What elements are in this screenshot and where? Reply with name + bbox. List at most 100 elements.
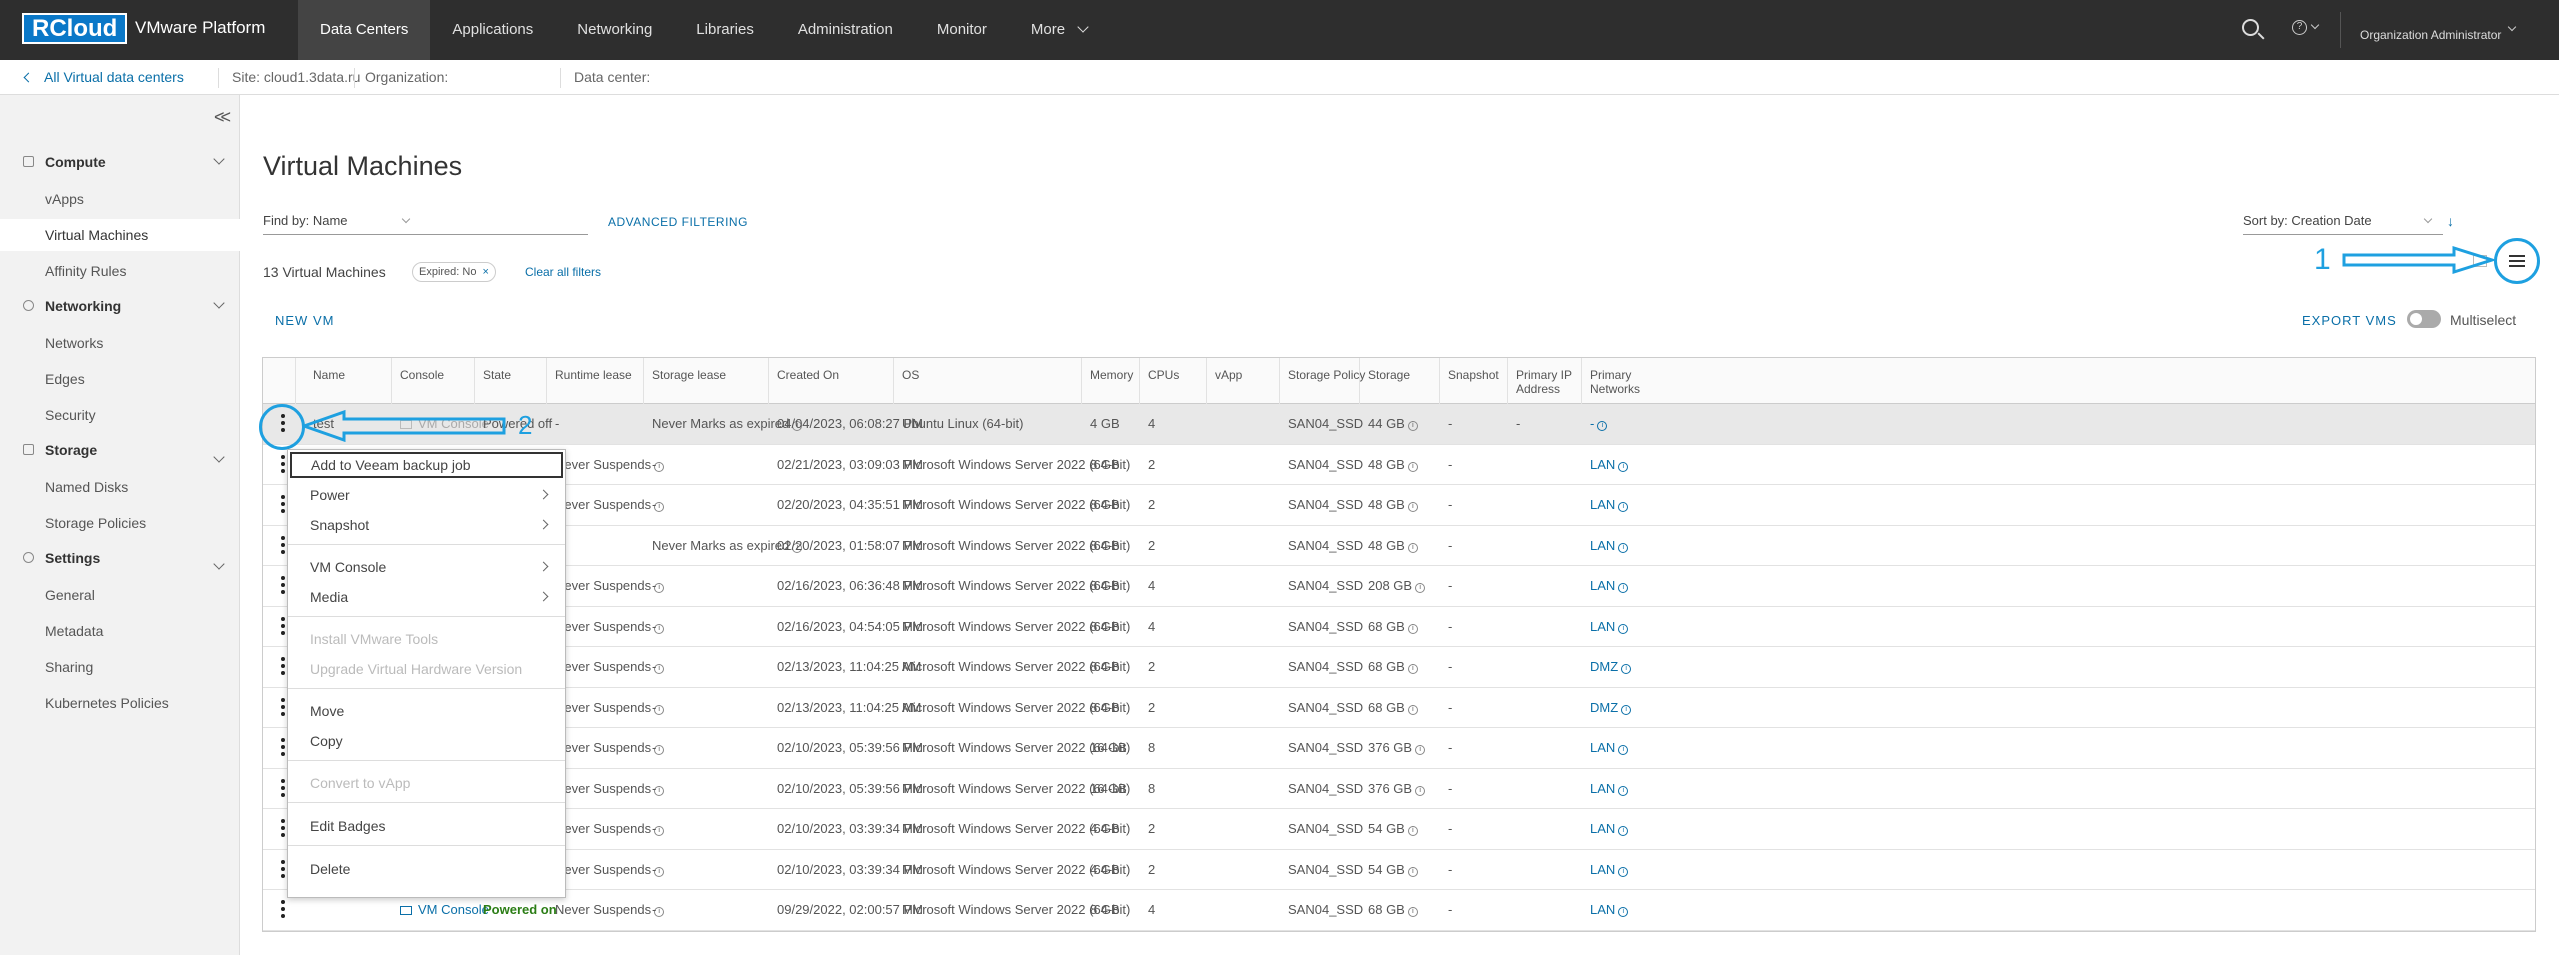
col-runtime-lease[interactable]: Runtime lease [555,368,632,382]
new-vm-button[interactable]: NEW VM [275,313,334,328]
info-icon[interactable]: i [1618,745,1629,755]
cell-network[interactable]: LAN i [1590,821,1629,836]
sidebar-section-storage[interactable]: Storage [23,442,97,458]
user-menu[interactable]: Organization Administrator [2360,28,2501,42]
info-icon[interactable]: i [1618,623,1629,634]
info-icon[interactable]: i [1618,502,1629,512]
cell-network[interactable]: LAN i [1590,862,1629,877]
col-storage[interactable]: Storage [1368,368,1410,382]
cell-network[interactable]: LAN i [1590,538,1629,553]
sidebar-item-virtual-machines[interactable]: Virtual Machines [0,219,240,251]
sidebar-item-named-disks[interactable]: Named Disks [0,471,240,503]
sidebar-section-compute[interactable]: Compute [23,154,106,170]
info-icon[interactable]: i [1407,623,1418,634]
sort-direction-icon[interactable]: ↓ [2447,213,2454,229]
cell-console[interactable]: VM Console [400,902,489,917]
menu-power[interactable]: Power [288,480,565,510]
kebab-icon[interactable] [281,495,285,513]
console-label[interactable]: VM Console [418,902,489,917]
col-name[interactable]: Name [313,368,345,382]
col-primary-networks[interactable]: Primary Networks [1590,368,1650,396]
find-by-select[interactable]: Find by: Name [263,213,588,235]
info-icon[interactable]: i [1597,421,1608,431]
sidebar-item-metadata[interactable]: Metadata [0,615,240,647]
chevron-down-icon[interactable] [213,558,225,570]
info-icon[interactable]: i [1415,745,1426,755]
kebab-icon[interactable] [281,697,285,716]
info-icon[interactable]: i [1407,542,1418,553]
col-cpus[interactable]: CPUs [1148,368,1179,382]
nav-applications[interactable]: Applications [430,0,555,60]
cell-network[interactable]: LAN i [1590,457,1629,472]
info-icon[interactable]: i [1618,866,1629,877]
kebab-icon[interactable] [281,859,285,878]
sidebar-item-storage-policies[interactable]: Storage Policies [0,507,240,539]
menu-vm-console[interactable]: VM Console [288,552,565,582]
info-icon[interactable]: i [1407,502,1418,512]
info-icon[interactable]: i [1621,664,1632,674]
close-icon[interactable]: × [482,266,488,278]
menu-add-to-veeam-backup-job[interactable]: Add to Veeam backup job [290,452,563,478]
kebab-icon[interactable] [281,454,285,473]
menu-edit-badges[interactable]: Edit Badges [288,811,565,841]
col-storage-policy[interactable]: Storage Policy [1288,368,1365,382]
nav-monitor[interactable]: Monitor [915,0,1009,60]
cell-network[interactable]: DMZ i [1590,700,1632,715]
chevron-down-icon[interactable] [213,297,225,309]
table-row[interactable]: VM Console Powered on Never Suspends i -09/2… [263,890,2535,931]
table-row[interactable]: VM ConsolePowered onNever Suspendsi-02/1… [263,607,2535,647]
brand-logo[interactable]: RCloud [22,13,128,44]
sidebar-item-edges[interactable]: Edges [0,363,240,395]
table-row[interactable]: VM ConsolePowered onNever Suspendsi-02/1… [263,688,2535,728]
menu-delete[interactable]: Delete [288,854,565,884]
chevron-down-icon[interactable] [2507,22,2517,32]
table-row[interactable]: VM ConsolePowered onNever Suspendsi-02/2… [263,445,2535,485]
table-row[interactable]: test VM Console Powered off - Never Marks as… [263,404,2535,445]
nav-data-centers[interactable]: Data Centers [298,0,431,60]
info-icon[interactable]: i [1407,664,1418,674]
menu-media[interactable]: Media [288,582,565,612]
col-vapp[interactable]: vApp [1215,368,1242,382]
info-icon[interactable]: i [1415,583,1426,593]
menu-copy[interactable]: Copy [288,726,565,756]
nav-more[interactable]: More [1009,0,1109,60]
table-row[interactable]: VM ConsolePowered onNever Suspendsi-02/1… [263,566,2535,607]
cell-network[interactable]: LAN i [1590,902,1629,917]
table-row[interactable]: VM ConsolePowered onNever Suspendsi-02/1… [263,647,2535,688]
kebab-icon[interactable] [281,616,285,635]
info-icon[interactable]: i [1415,785,1426,796]
info-icon[interactable]: i [1618,542,1629,553]
cell-network[interactable]: LAN i [1590,497,1629,512]
info-icon[interactable]: i [1618,826,1629,836]
cell-network[interactable]: LAN i [1590,781,1629,796]
col-snapshot[interactable]: Snapshot [1448,368,1499,382]
col-storage-lease[interactable]: Storage lease [652,368,726,382]
chevron-down-icon[interactable] [213,451,225,463]
table-row[interactable]: VM ConsolePowered onNever Suspendsi-02/1… [263,769,2535,809]
sidebar-item-security[interactable]: Security [0,399,240,431]
sidebar-item-networks[interactable]: Networks [0,327,240,359]
info-icon[interactable]: i [1407,826,1418,836]
col-os[interactable]: OS [902,368,919,382]
nav-administration[interactable]: Administration [776,0,915,60]
sidebar-item-kubernetes-policies[interactable]: Kubernetes Policies [0,687,240,719]
col-memory[interactable]: Memory [1090,368,1133,382]
col-state[interactable]: State [483,368,511,382]
col-console[interactable]: Console [400,368,444,382]
kebab-icon[interactable] [281,900,285,918]
nav-networking[interactable]: Networking [555,0,674,60]
info-icon[interactable]: i [1407,704,1418,715]
info-icon[interactable]: i [1621,704,1632,715]
menu-move[interactable]: Move [288,696,565,726]
sort-by-select[interactable]: Sort by: Creation Date [2243,213,2443,235]
kebab-icon[interactable] [281,657,285,675]
sidebar-item-sharing[interactable]: Sharing [0,651,240,683]
kebab-icon[interactable] [281,819,285,837]
cell-network[interactable]: LAN i [1590,578,1629,593]
sidebar-item-general[interactable]: General [0,579,240,611]
clear-filters-link[interactable]: Clear all filters [525,265,601,279]
kebab-icon[interactable] [281,738,285,756]
kebab-icon[interactable] [281,535,285,554]
kebab-icon[interactable] [281,576,285,594]
menu-snapshot[interactable]: Snapshot [288,510,565,540]
